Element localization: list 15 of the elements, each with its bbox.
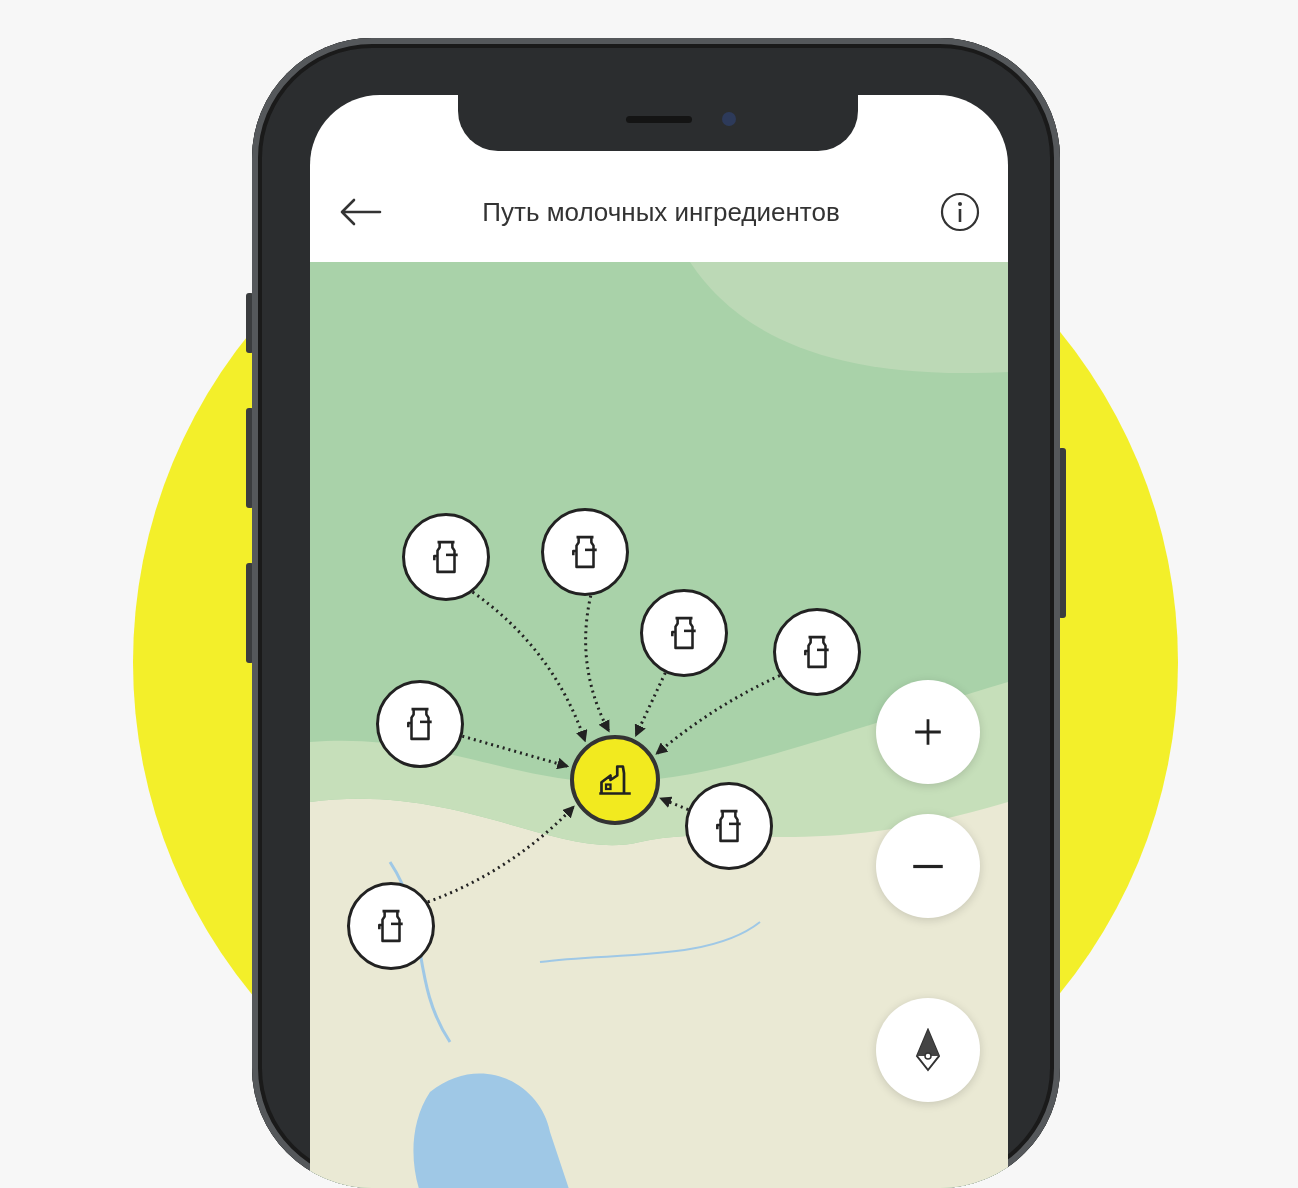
milk-can-icon [802, 635, 832, 669]
milk-can-icon [570, 535, 600, 569]
milk-can-icon [376, 909, 406, 943]
minus-icon [912, 863, 944, 869]
back-arrow-icon[interactable] [338, 197, 382, 227]
route-arrow [659, 796, 689, 811]
plus-icon [912, 716, 944, 748]
screen-title: Путь молочных ингредиентов [481, 196, 841, 228]
milk-can-icon [405, 707, 435, 741]
compass-icon [913, 1028, 943, 1072]
milk-can-icon [669, 616, 699, 650]
milk-can-icon [431, 540, 461, 574]
milk-can-icon [714, 809, 744, 843]
info-icon[interactable] [940, 192, 980, 232]
factory-icon [597, 764, 633, 796]
